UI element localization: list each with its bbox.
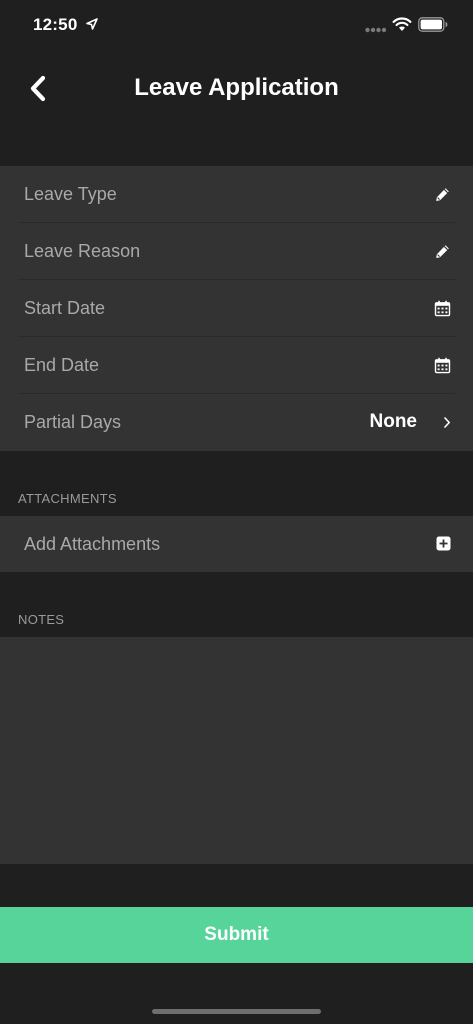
start-date-row[interactable]: Start Date	[0, 280, 473, 337]
chevron-right-icon	[444, 417, 450, 428]
status-bar: 12:50	[0, 0, 473, 52]
plus-square-icon	[436, 536, 451, 551]
home-indicator	[152, 1009, 321, 1014]
add-attachments-label: Add Attachments	[24, 534, 161, 554]
partial-days-label: Partial Days	[24, 412, 122, 432]
cellular-signal-icon	[365, 27, 387, 33]
leave-type-row[interactable]: Leave Type	[0, 166, 473, 223]
leave-type-label: Leave Type	[24, 184, 117, 204]
notes-section-title: NOTES	[18, 612, 65, 627]
end-date-label: End Date	[24, 355, 100, 375]
leave-form: Leave Type Leave Reason Start Date End D…	[0, 166, 473, 451]
status-time: 12:50	[33, 15, 78, 34]
submit-button[interactable]: Submit	[0, 907, 473, 963]
leave-reason-row[interactable]: Leave Reason	[0, 223, 473, 280]
wifi-icon	[392, 17, 412, 31]
partial-days-row[interactable]: Partial Days None	[0, 394, 473, 451]
add-attachments-row[interactable]: Add Attachments	[0, 516, 473, 572]
pencil-icon	[436, 245, 449, 258]
calendar-icon	[434, 300, 451, 317]
navigation-bar: Leave Application	[0, 52, 473, 126]
location-arrow-icon	[86, 18, 98, 30]
pencil-icon	[436, 188, 449, 201]
start-date-label: Start Date	[24, 298, 106, 318]
battery-icon	[418, 17, 448, 32]
end-date-row[interactable]: End Date	[0, 337, 473, 394]
partial-days-value: None	[369, 411, 418, 432]
leave-reason-label: Leave Reason	[24, 241, 141, 261]
attachments-section-title: ATTACHMENTS	[18, 491, 117, 506]
notes-textarea[interactable]	[0, 637, 473, 864]
page-title: Leave Application	[134, 74, 339, 101]
calendar-icon	[434, 357, 451, 374]
